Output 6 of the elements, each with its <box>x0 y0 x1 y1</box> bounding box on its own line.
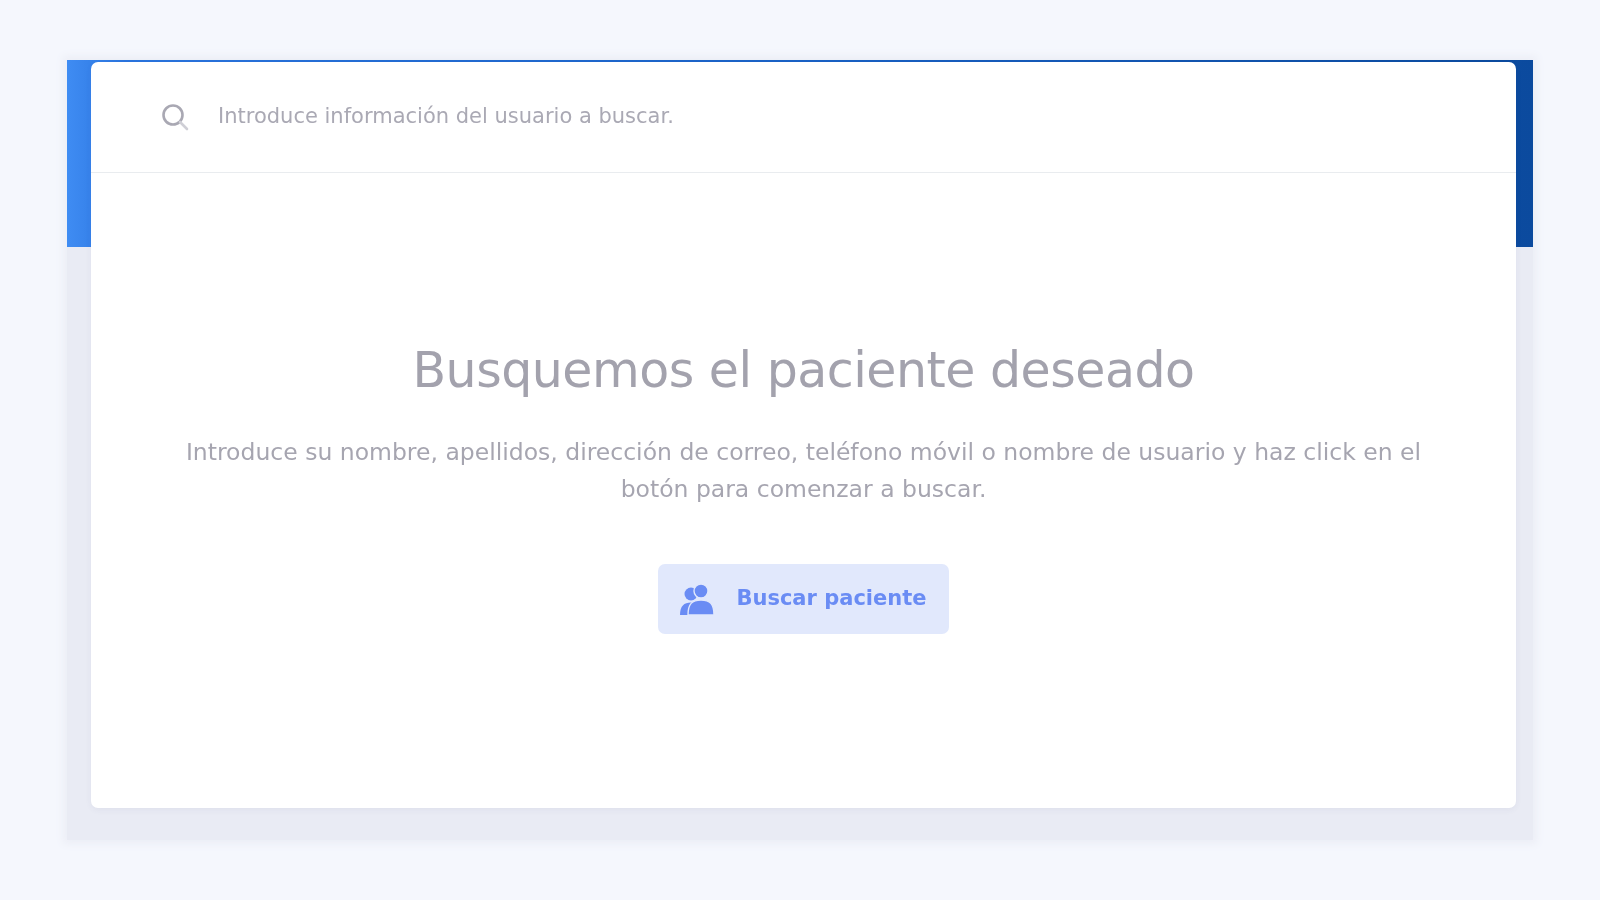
users-icon <box>680 583 715 615</box>
search-field[interactable]: Introduce información del usuario a buscar. <box>218 101 1476 133</box>
search-icon <box>161 103 189 131</box>
empty-state-description: Introduce su nombre, apellidos, dirección de correo, teléfono móvil o nombre de usuario y haz click en el botón para comenzar a buscar. <box>184 437 1423 505</box>
empty-state-title: Busquemos el paciente deseado <box>412 341 1195 401</box>
search-patient-button[interactable]: Buscar paciente <box>658 564 949 634</box>
